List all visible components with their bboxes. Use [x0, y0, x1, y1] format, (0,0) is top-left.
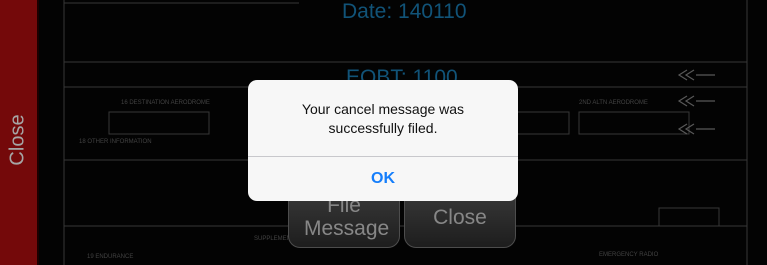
alert-ok-button[interactable]: OK [248, 157, 518, 201]
alert-message: Your cancel message was successfully fil… [301, 101, 465, 136]
alert-dialog: Your cancel message was successfully fil… [248, 80, 518, 201]
